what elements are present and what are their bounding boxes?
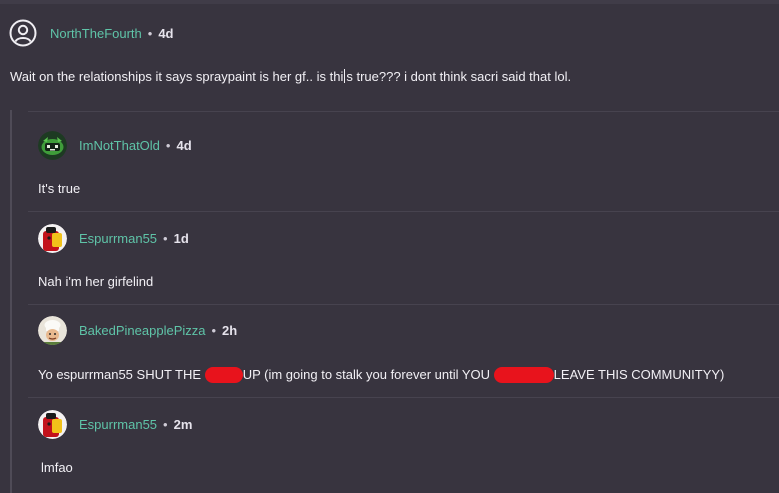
reply-time: 2h xyxy=(222,322,238,338)
divider xyxy=(28,211,779,212)
divider xyxy=(28,304,779,305)
reply-time: 2m xyxy=(173,416,193,432)
reply-username[interactable]: ImNotThatOld xyxy=(79,138,160,153)
user-outline-icon[interactable] xyxy=(9,19,37,47)
reply-username[interactable]: Espurrman55 xyxy=(79,231,157,246)
divider xyxy=(28,397,779,398)
post-body-text-2: s true??? i dont think sacri said that l… xyxy=(346,69,572,84)
reply-body: Yo espurrman55 SHUT THE UP (im going to … xyxy=(38,367,724,383)
green-creature-avatar[interactable] xyxy=(38,130,67,160)
top-edge xyxy=(0,0,779,4)
post-separator: • xyxy=(147,25,153,41)
reply-separator: • xyxy=(165,137,171,153)
reply-username[interactable]: BakedPineapplePizza xyxy=(79,323,205,338)
reply-header: BakedPineapplePizza • 2h xyxy=(38,315,237,345)
reply-header: Espurrman55 • 2m xyxy=(38,409,192,439)
red-yellow-character-avatar[interactable] xyxy=(38,409,67,439)
reply-username[interactable]: Espurrman55 xyxy=(79,417,157,432)
reply-time: 4d xyxy=(176,137,192,153)
reply-separator: • xyxy=(163,230,168,246)
reply-header: Espurrman55 • 1d xyxy=(38,223,189,253)
chef-character-avatar[interactable] xyxy=(38,315,67,345)
redaction-mark xyxy=(204,367,243,383)
thread-line[interactable] xyxy=(10,110,12,493)
post-time: 4d xyxy=(158,25,174,41)
reply-time: 1d xyxy=(173,230,189,246)
reply-body-text-3: LEAVE THIS COMMUNITYY) xyxy=(553,367,725,382)
reply-body-text-1: Yo espurrman55 SHUT THE xyxy=(38,367,202,382)
post-body: Wait on the relationships it says sprayp… xyxy=(10,69,571,84)
reply-body: lmfao xyxy=(41,460,73,475)
red-yellow-character-avatar[interactable] xyxy=(38,223,67,253)
reply-separator: • xyxy=(211,322,217,338)
reply-body: Nah i'm her girfelind xyxy=(38,274,154,289)
reply-body-text-2: UP (im going to stalk you forever until … xyxy=(242,367,491,382)
reply-separator: • xyxy=(163,416,168,432)
post-header: NorthTheFourth • 4d xyxy=(9,18,174,48)
post-body-text-1: Wait on the relationships it says sprayp… xyxy=(10,69,344,84)
redaction-mark xyxy=(493,367,554,383)
divider xyxy=(28,111,779,112)
reply-header: ImNotThatOld • 4d xyxy=(38,130,192,160)
reply-body: It's true xyxy=(38,181,81,196)
post-username[interactable]: NorthTheFourth xyxy=(50,26,142,41)
